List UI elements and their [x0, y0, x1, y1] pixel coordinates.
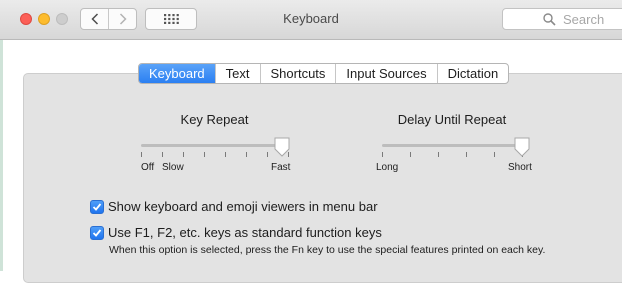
delay-until-repeat-title: Delay Until Repeat	[397, 112, 507, 127]
key-repeat-off-label: Off	[141, 162, 155, 173]
title-bar: Keyboard Search	[0, 0, 622, 40]
function-keys-checkbox[interactable]	[90, 226, 104, 240]
tab-dictation[interactable]: Dictation	[436, 64, 509, 83]
delay-long-label: Long	[376, 162, 399, 173]
delay-short-label: Short	[508, 162, 532, 173]
delay-until-repeat-slider-thumb[interactable]	[513, 137, 531, 157]
key-repeat-tick	[162, 152, 163, 157]
key-repeat-track[interactable]	[141, 144, 288, 147]
delay-until-repeat-tick	[466, 152, 467, 157]
checkmark-icon	[92, 203, 102, 211]
key-repeat-slow-label: Slow	[162, 162, 184, 173]
tab-text[interactable]: Text	[214, 64, 260, 83]
function-keys-label[interactable]: Use F1, F2, etc. keys as standard functi…	[108, 225, 382, 240]
key-repeat-tick	[183, 152, 184, 157]
key-repeat-fast-label: Fast	[271, 162, 291, 173]
checkmark-icon	[92, 229, 102, 237]
function-keys-hint: When this option is selected, press the …	[109, 244, 546, 256]
key-repeat-tick	[246, 152, 247, 157]
delay-until-repeat-tick	[438, 152, 439, 157]
key-repeat-tick	[225, 152, 226, 157]
tab-keyboard[interactable]: Keyboard	[139, 64, 215, 83]
delay-until-repeat-tick	[494, 152, 495, 157]
search-icon	[543, 13, 556, 26]
emoji-viewers-checkbox[interactable]	[90, 200, 104, 214]
key-repeat-slider-thumb[interactable]	[273, 137, 291, 157]
search-field[interactable]: Search	[502, 8, 622, 30]
delay-until-repeat-track[interactable]	[382, 144, 522, 147]
window-left-edge	[0, 0, 3, 271]
emoji-viewers-label[interactable]: Show keyboard and emoji viewers in menu …	[108, 199, 378, 214]
tab-input-sources[interactable]: Input Sources	[335, 64, 436, 83]
search-placeholder: Search	[563, 12, 605, 27]
tab-shortcuts[interactable]: Shortcuts	[259, 64, 336, 83]
tab-bar: Keyboard Text Shortcuts Input Sources Di…	[138, 63, 510, 84]
key-repeat-tick	[267, 152, 268, 157]
key-repeat-tick	[141, 152, 142, 157]
delay-until-repeat-tick	[382, 152, 383, 157]
delay-until-repeat-tick	[410, 152, 411, 157]
key-repeat-title: Key Repeat	[180, 112, 249, 127]
key-repeat-tick	[204, 152, 205, 157]
